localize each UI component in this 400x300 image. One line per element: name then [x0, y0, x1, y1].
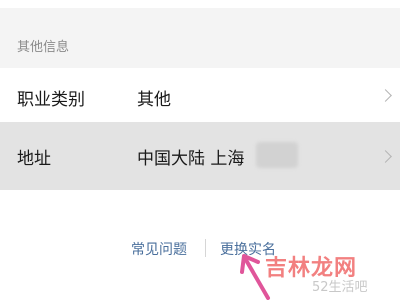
faq-link[interactable]: 常见问题	[131, 239, 187, 259]
address-row[interactable]: 地址 中国大陆 上海	[0, 122, 400, 190]
redacted-blur	[256, 142, 298, 168]
occupation-value: 其他	[137, 90, 171, 110]
watermark-sub: 52生活吧	[312, 280, 368, 295]
section-header-other-info: 其他信息	[17, 40, 70, 55]
chevron-right-icon	[379, 89, 392, 102]
chevron-right-icon	[379, 150, 392, 163]
settings-page: 其他信息 职业类别 其他 地址 中国大陆 上海 常见问题 更换实名 吉林龙网 5…	[0, 0, 400, 300]
link-divider	[205, 239, 206, 257]
previous-card-bottom	[0, 0, 400, 8]
address-label: 地址	[17, 149, 51, 169]
address-value: 中国大陆 上海	[137, 149, 245, 169]
occupation-label: 职业类别	[17, 90, 85, 110]
occupation-row[interactable]: 职业类别 其他	[0, 68, 400, 123]
